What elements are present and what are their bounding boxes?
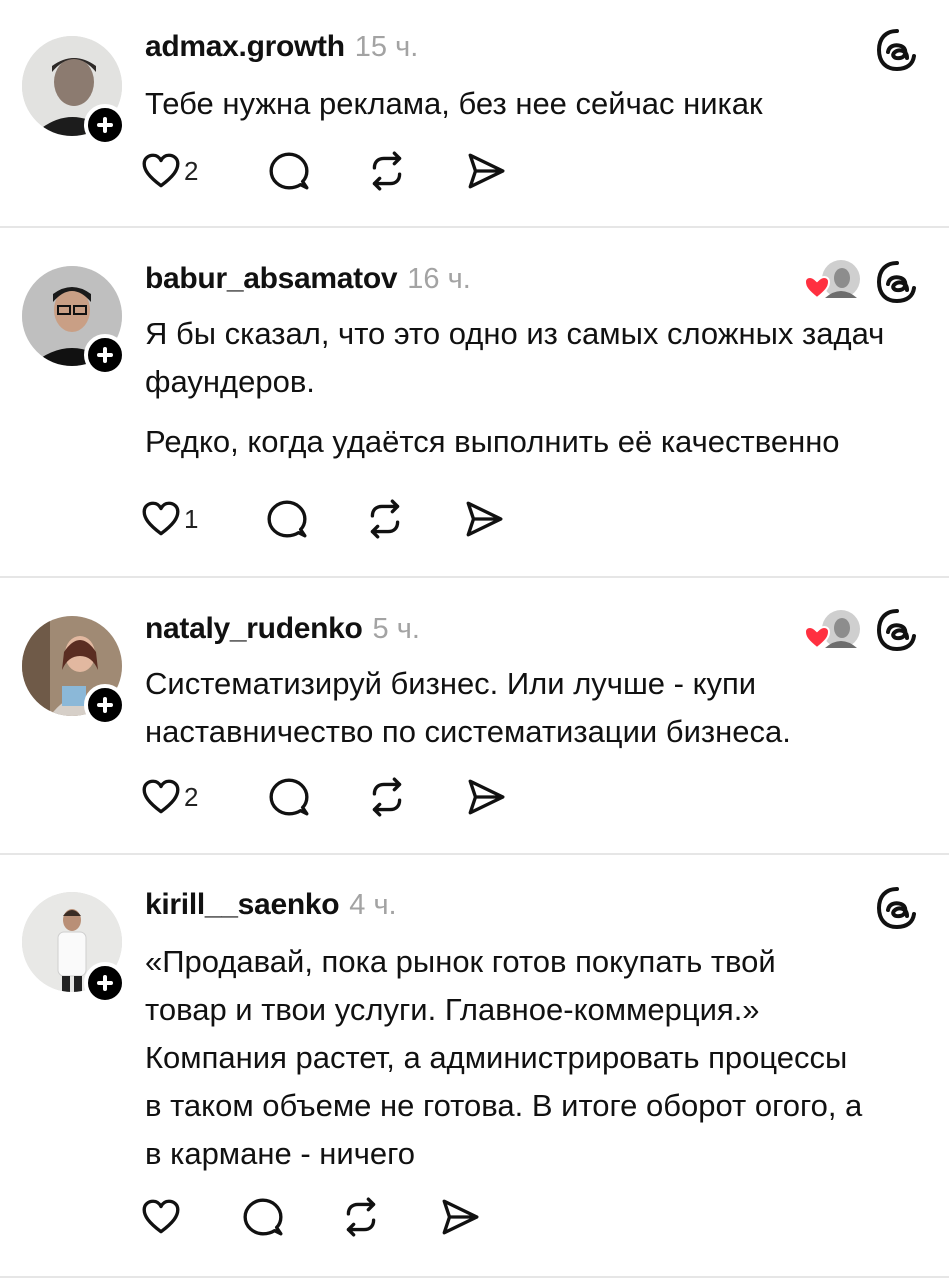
share-button[interactable]	[465, 776, 507, 818]
heart-filled-icon	[803, 625, 831, 650]
post-header: admax.growth 15 ч.	[145, 30, 418, 64]
repost-button[interactable]	[364, 498, 406, 540]
post-paragraph: Компания растет, а администрировать проц…	[145, 1040, 863, 1171]
share-button[interactable]	[439, 1196, 481, 1238]
repost-arrows-icon	[370, 499, 400, 539]
liked-by-author-indicator	[801, 608, 863, 654]
timestamp: 4 ч.	[349, 889, 397, 921]
liked-by-author-indicator	[801, 258, 863, 304]
speech-bubble-icon	[267, 500, 307, 538]
post-paragraph: Систематизируй бизнес. Или лучше - купи …	[145, 666, 791, 749]
post-header: kirill__saenko 4 ч.	[145, 888, 397, 922]
threads-logo-icon[interactable]	[873, 606, 921, 654]
username[interactable]: babur_absamatov	[145, 262, 398, 296]
divider	[0, 226, 949, 228]
post-header: nataly_rudenko 5 ч.	[145, 612, 420, 646]
speech-bubble-icon	[269, 152, 309, 190]
divider	[0, 576, 949, 578]
paper-plane-icon	[442, 1199, 479, 1235]
post-paragraph: Тебе нужна реклама, без нее сейчас никак	[145, 86, 763, 121]
share-button[interactable]	[465, 150, 507, 192]
threads-logo-icon[interactable]	[873, 884, 921, 932]
heart-outline-icon	[142, 501, 180, 536]
like-button[interactable]: 2	[140, 150, 198, 192]
post-text: Я бы сказал, что это одно из самых сложн…	[145, 310, 935, 466]
timestamp: 16 ч.	[407, 263, 471, 295]
post-paragraph: Я бы сказал, что это одно из самых сложн…	[145, 316, 885, 399]
post-paragraph: Редко, когда удаётся выполнить её качест…	[145, 424, 840, 459]
speech-bubble-icon	[243, 1198, 283, 1236]
heart-filled-icon	[803, 275, 831, 300]
username[interactable]: nataly_rudenko	[145, 612, 363, 646]
follow-button[interactable]	[84, 104, 126, 146]
paper-plane-icon	[468, 779, 505, 815]
paper-plane-icon	[468, 153, 505, 189]
repost-button[interactable]	[366, 776, 408, 818]
heart-outline-icon	[142, 1199, 180, 1234]
repost-arrows-icon	[372, 151, 402, 191]
speech-bubble-icon	[269, 778, 309, 816]
post-text: «Продавай, пока рынок готов покупать тво…	[145, 938, 935, 1178]
like-button[interactable]	[140, 1196, 184, 1238]
post-header: babur_absamatov 16 ч.	[145, 262, 471, 296]
threads-logo-icon[interactable]	[873, 26, 921, 74]
follow-button[interactable]	[84, 962, 126, 1004]
reply-button[interactable]	[266, 498, 308, 540]
like-button[interactable]: 2	[140, 776, 198, 818]
repost-arrows-icon	[372, 777, 402, 817]
heart-outline-icon	[142, 779, 180, 814]
username[interactable]: kirill__saenko	[145, 888, 340, 922]
username[interactable]: admax.growth	[145, 30, 345, 64]
post-paragraph: «Продавай, пока рынок готов покупать тво…	[145, 944, 776, 1027]
follow-button[interactable]	[84, 334, 126, 376]
replies-feed: admax.growth 15 ч. Тебе нужна реклама, б…	[0, 0, 949, 1280]
repost-button[interactable]	[366, 150, 408, 192]
follow-button[interactable]	[84, 684, 126, 726]
reply-button[interactable]	[268, 776, 310, 818]
reply-button[interactable]	[268, 150, 310, 192]
like-button[interactable]: 1	[140, 498, 198, 540]
repost-arrows-icon	[346, 1197, 376, 1237]
repost-button[interactable]	[340, 1196, 382, 1238]
timestamp: 15 ч.	[354, 31, 419, 63]
divider	[0, 1276, 949, 1278]
threads-logo-icon[interactable]	[873, 258, 921, 306]
divider	[0, 853, 949, 855]
post-text: Систематизируй бизнес. Или лучше - купи …	[145, 660, 935, 756]
timestamp: 5 ч.	[372, 613, 420, 645]
author-avatar-icon	[803, 610, 860, 650]
like-count: 2	[184, 155, 199, 186]
like-count: 1	[184, 503, 199, 534]
heart-outline-icon	[142, 153, 180, 188]
paper-plane-icon	[466, 501, 503, 537]
post-text: Тебе нужна реклама, без нее сейчас никак	[145, 80, 935, 128]
author-avatar-icon	[803, 260, 860, 300]
share-button[interactable]	[463, 498, 505, 540]
reply-button[interactable]	[242, 1196, 284, 1238]
like-count: 2	[184, 781, 199, 812]
